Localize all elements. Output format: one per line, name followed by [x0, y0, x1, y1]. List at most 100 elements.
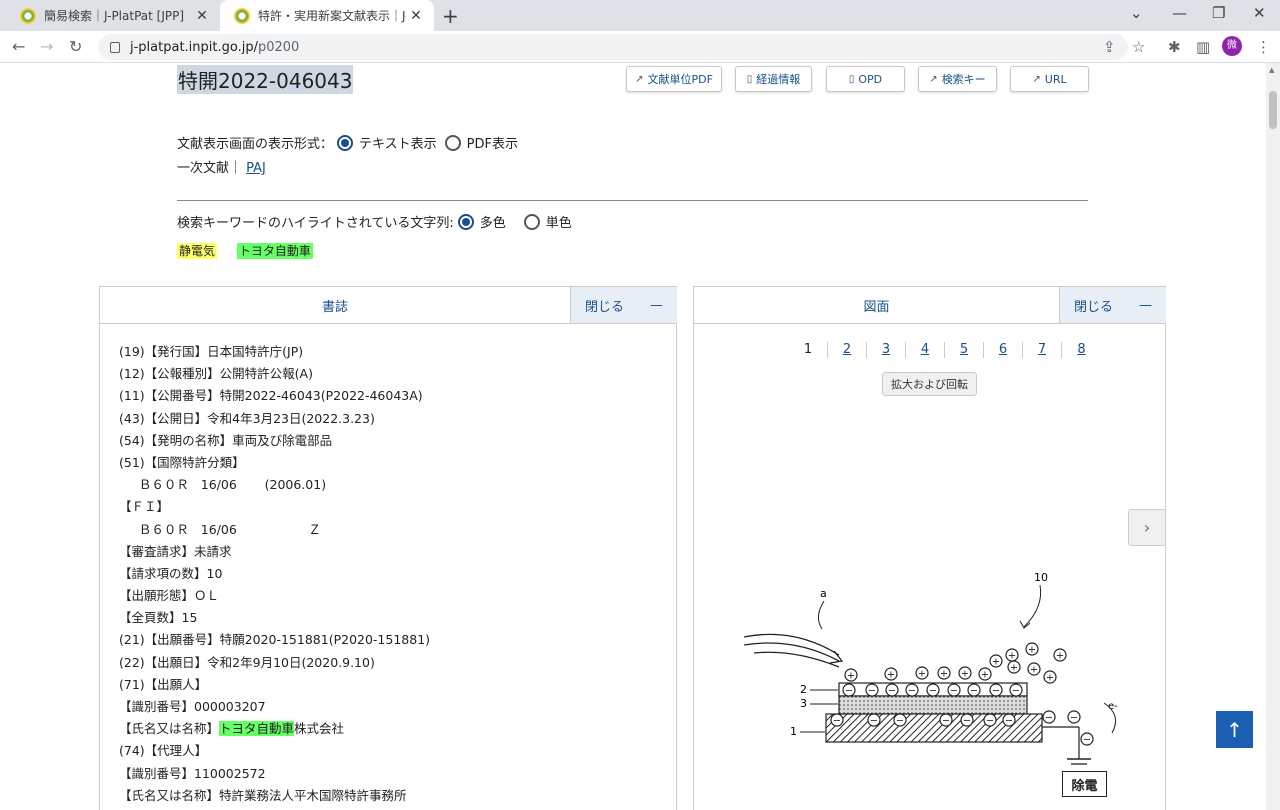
biblio-line: 【全頁数】15 [119, 610, 198, 626]
tab-close-icon[interactable]: ✕ [406, 8, 426, 24]
radio-text-display[interactable] [337, 134, 354, 151]
radio-label: PDF表示 [466, 137, 518, 152]
side-panel-icon[interactable]: ▥ [1196, 38, 1210, 56]
lock-icon [110, 41, 120, 53]
negative-charge-icon-sign: − [942, 716, 950, 727]
share-icon[interactable]: ⇪ [1103, 38, 1116, 56]
negative-charge-icon-sign: − [888, 686, 896, 697]
page-content: 特開2022-046043 ↗ 文献単位PDF ▯ 経過情報 ▯ OPD ↗ 検索キー … [0, 63, 1266, 810]
forward-arrow-icon[interactable]: → [40, 37, 53, 56]
back-arrow-icon[interactable]: ← [12, 37, 25, 56]
restore-icon[interactable]: ❐ [1212, 4, 1225, 22]
search-key-button[interactable]: ↗ 検索キー [918, 66, 997, 92]
figure-page-link[interactable]: 6 [984, 342, 1023, 358]
negative-charge-icon-sign: − [868, 686, 876, 697]
bookmark-star-icon[interactable]: ☆ [1132, 38, 1145, 56]
browser-tab-document[interactable]: 特許・実用新案文献表示｜J-PlatPat ✕ [220, 0, 434, 31]
negative-charge-icon-sign: − [908, 686, 916, 697]
label-10: 10 [1034, 571, 1048, 584]
extensions-puzzle-icon[interactable]: ✱ [1168, 38, 1181, 56]
positive-charge-icon-sign: + [1056, 651, 1064, 662]
document-icon: ▯ [746, 73, 753, 85]
negative-charge-icon-sign: − [963, 716, 971, 727]
positive-charge-icon-sign: + [940, 669, 948, 680]
zoom-rotate-button[interactable]: 拡大および回転 [882, 372, 977, 396]
figure-page-link[interactable]: 1 [789, 342, 828, 358]
url-path: p0200 [257, 39, 300, 55]
browser-toolbar: ← → ↻ j-platpat.inpit.go.jp/p0200 ⇪ ☆ ✱ … [0, 31, 1280, 63]
panel-close-button[interactable]: 閉じる — [1059, 287, 1166, 324]
keyword-tag: 静電気 [177, 243, 218, 259]
url-host: j-platpat.inpit.go.jp/ [130, 39, 258, 55]
positive-charge-icon-sign: + [1046, 673, 1054, 684]
panel-close-button[interactable]: 閉じる — [570, 287, 677, 324]
label-a: a [820, 587, 827, 600]
document-icon: ▯ [848, 73, 855, 85]
minimize-icon[interactable]: — [1172, 4, 1187, 22]
positive-charge-icon-sign: + [918, 669, 926, 680]
scroll-to-top-arrow-icon[interactable]: ↑ [1216, 711, 1253, 748]
address-bar[interactable]: j-platpat.inpit.go.jp/p0200 [98, 34, 1128, 60]
positive-charge-icon-sign: + [1008, 651, 1016, 662]
figure-page-link[interactable]: 4 [906, 342, 945, 358]
biblio-line: (12)【公報種別】公開特許公報(A) [119, 366, 313, 382]
display-format-label: 文献表示画面の表示形式： [177, 137, 334, 152]
button-label: URL [1044, 72, 1067, 86]
positive-charge-icon-sign: + [1030, 665, 1038, 676]
radio-label: 単色 [545, 216, 572, 231]
negative-charge-icon-sign: − [896, 716, 904, 727]
external-link-icon: ↗ [635, 73, 644, 85]
tab-close-icon[interactable]: ✕ [192, 8, 212, 24]
history-button[interactable]: ▯ 経過情報 [735, 66, 812, 92]
biblio-line: 【識別番号】110002572 [119, 765, 266, 781]
radio-multicolor[interactable] [457, 213, 474, 230]
negative-charge-icon-sign: − [950, 686, 958, 697]
figure-page-link[interactable]: 8 [1062, 342, 1101, 358]
negative-charge-icon-sign: − [1083, 735, 1091, 746]
highlight-label: 検索キーワードのハイライトされている文字列: [177, 216, 454, 231]
opd-button[interactable]: ▯ OPD [826, 66, 905, 92]
button-label: 検索キー [941, 73, 986, 86]
positive-charge-icon-sign: + [887, 670, 895, 681]
doc-pdf-button[interactable]: ↗ 文献単位PDF [626, 66, 722, 92]
page-scrollbar[interactable]: ▲ [1266, 63, 1280, 810]
primary-doc-label: 一次文献｜ [177, 161, 243, 176]
url-button[interactable]: ↗ URL [1010, 66, 1089, 92]
panel-title: 書誌 [100, 287, 570, 324]
figure-page-link[interactable]: 2 [828, 342, 867, 358]
figure-page-link[interactable]: 3 [867, 342, 906, 358]
figure-page-link[interactable]: 7 [1023, 342, 1062, 358]
tab-search-chevron-icon[interactable]: ⌄ [1130, 4, 1143, 22]
window-close-icon[interactable]: ✕ [1253, 4, 1266, 22]
figure-page-link[interactable]: 5 [945, 342, 984, 358]
button-label: 経過情報 [756, 73, 801, 86]
negative-charge-icon-sign: − [986, 716, 994, 727]
radio-single-color[interactable] [523, 213, 540, 230]
biblio-line: 【氏名又は名称】特許業務法人平木国際特許事務所 [119, 787, 407, 803]
menu-kebab-icon[interactable]: ⋮ [1256, 38, 1271, 56]
negative-charge-icon-sign: − [1005, 716, 1013, 727]
scroll-up-arrow-icon[interactable]: ▲ [1269, 66, 1274, 74]
negative-charge-icon-sign: − [870, 716, 878, 727]
radio-pdf-display[interactable] [444, 134, 461, 151]
browser-tab-simple-search[interactable]: 簡易検索｜J-PlatPat [JPP] ✕ [6, 0, 220, 31]
discharge-label-box: 除電 [1062, 771, 1107, 797]
label-3: 3 [800, 697, 807, 710]
biblio-line: 【請求項の数】10 [119, 565, 223, 581]
profile-avatar[interactable]: 微 [1222, 36, 1242, 56]
negative-charge-icon-sign: − [833, 716, 841, 727]
scrollbar-thumb[interactable] [1269, 91, 1277, 129]
paj-link[interactable]: PAJ [246, 161, 266, 176]
negative-charge-icon-sign: − [845, 686, 853, 697]
biblio-line: (74)【代理人】 [119, 743, 208, 759]
next-figure-chevron-icon[interactable]: › [1128, 509, 1166, 546]
keyword-tags: 静電気 トヨタ自動車 [177, 242, 329, 259]
patent-figure-drawing: a 10 2 3 1 + + + + + ++++++++ − − − − − − − − −− − − − − −… [743, 571, 1118, 765]
positive-charge-icon-sign: + [961, 669, 969, 680]
biblio-line: 【ＦＩ】 [119, 499, 170, 515]
negative-charge-icon-sign: − [1012, 686, 1020, 697]
reload-icon[interactable]: ↻ [69, 37, 82, 56]
biblio-line: Ｂ６０Ｒ 16/06 Ｚ [119, 521, 321, 537]
new-tab-plus-icon[interactable]: + [442, 4, 459, 28]
display-format-row: 文献表示画面の表示形式： テキスト表示 PDF表示 [177, 133, 518, 152]
